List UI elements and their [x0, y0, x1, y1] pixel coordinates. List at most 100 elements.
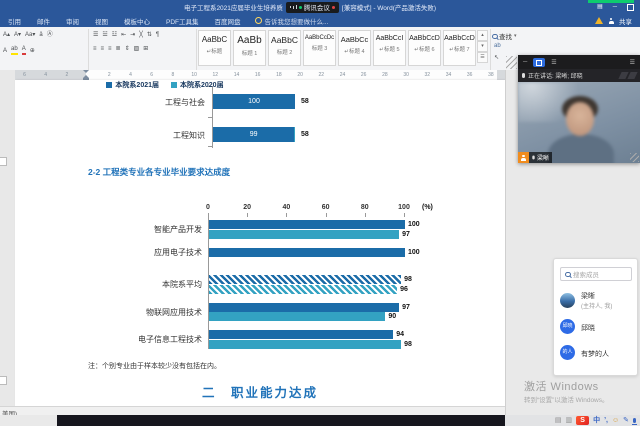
style-card[interactable]: AaBbCcD↵标题 7: [443, 30, 476, 66]
style-card[interactable]: AaBbCcD↵标题 6: [408, 30, 441, 66]
style-label: 标题 2: [269, 48, 300, 56]
screen: 电子工程系2021应届毕业生培养质 腾讯会议 [兼容模式] - Word(产品激…: [0, 0, 640, 426]
ruler-mark: 14: [232, 72, 242, 78]
ribbon-tab[interactable]: 模板中心: [116, 16, 158, 26]
resize-handle[interactable]: [506, 56, 517, 69]
gallery-down-icon[interactable]: ▾: [477, 41, 488, 52]
minimize-icon[interactable]: ─: [523, 59, 527, 65]
char-border-icon[interactable]: Ⓐ: [47, 31, 53, 39]
emoji-icon[interactable]: ☺: [612, 415, 619, 426]
ribbon-tab[interactable]: 百度网盘: [207, 16, 249, 26]
grow-font-icon[interactable]: A▴: [3, 31, 10, 39]
style-card[interactable]: AaBbC↵标题: [198, 30, 231, 66]
style-card[interactable]: AaBbCc↵标题 4: [338, 30, 371, 66]
ime-mode-icon[interactable]: 中: [593, 415, 600, 426]
highlight-icon[interactable]: ab: [11, 45, 18, 55]
style-card[interactable]: AaBb标题 1: [233, 30, 266, 66]
layout-icon[interactable]: [533, 58, 545, 67]
ribbon-tab[interactable]: 审阅: [58, 16, 87, 26]
style-card[interactable]: AaBbC标题 2: [268, 30, 301, 66]
style-label: 标题 3: [304, 44, 335, 52]
ribbon-tab[interactable]: PDF工具集: [158, 16, 207, 26]
numbering-icon[interactable]: ☱: [102, 31, 107, 39]
replace-icon[interactable]: ab: [494, 43, 501, 49]
asian-layout-icon[interactable]: ╳: [139, 31, 143, 39]
document-page[interactable]: 工程与社会10058工程知识9958 2-2 工程类专业各专业毕业要求达成度 本…: [15, 80, 505, 406]
resize-handle[interactable]: [630, 153, 639, 162]
member-row[interactable]: 邱晓邱晓: [560, 315, 634, 339]
style-preview: AaBbCc: [339, 35, 370, 44]
signal-bar-icon: [290, 6, 291, 8]
page-edge-mark: [0, 376, 7, 385]
member-name: 梁晰: [581, 291, 595, 301]
next-section-heading: 二 职业能力达成: [15, 382, 505, 401]
ribbon-tab-row: 引用邮件审阅视图模板中心PDF工具集百度网盘 告诉我您想要做什么...: [0, 14, 640, 27]
bullets-icon[interactable]: ☰: [93, 31, 98, 39]
bar-2020: [209, 285, 397, 294]
ribbon-tab[interactable]: 引用: [0, 16, 29, 26]
restore-icon[interactable]: [627, 4, 634, 11]
value-label-2020: 98: [404, 341, 412, 348]
gallery-up-icon[interactable]: ▴: [477, 30, 488, 41]
bar-2021: [209, 330, 393, 339]
find-button[interactable]: 查找 ▾: [492, 31, 517, 41]
pencil-icon[interactable]: ✎: [623, 415, 629, 426]
char-shading-icon[interactable]: A: [3, 47, 7, 55]
x-tick: [365, 213, 366, 217]
shrink-font-icon[interactable]: A▾: [14, 31, 21, 39]
search-members-input[interactable]: 搜索成员: [560, 267, 632, 281]
print-layout-view-icon[interactable]: ▥: [565, 415, 572, 426]
bar-2020: [209, 340, 401, 349]
change-case-icon[interactable]: Aa▾: [25, 31, 35, 39]
member-row[interactable]: 的人有梦的人: [560, 341, 634, 365]
mic-icon[interactable]: [633, 418, 636, 423]
style-card[interactable]: AaBbCcI↵标题 5: [373, 30, 406, 66]
borders-icon[interactable]: ⊞: [143, 45, 148, 53]
tell-me-box[interactable]: 告诉我您想要做什么...: [255, 16, 329, 26]
align-center-icon[interactable]: ≡: [101, 45, 105, 53]
style-card[interactable]: AaBbCcDc标题 3: [303, 30, 336, 66]
x-tick-label: 20: [237, 204, 257, 211]
ruler-mark: 4: [41, 72, 51, 78]
sort-icon[interactable]: ⇅: [147, 31, 152, 39]
x-tick-label: 40: [276, 204, 296, 211]
phonetic-guide-icon[interactable]: ǎ: [39, 31, 42, 39]
sidebar-toggle-icon[interactable]: ☰: [630, 59, 635, 66]
justify-icon[interactable]: ≣: [116, 45, 121, 53]
shading-icon[interactable]: ▨: [134, 45, 140, 53]
menu-icon[interactable]: ☰: [551, 59, 556, 66]
sogou-logo-icon[interactable]: S: [576, 416, 589, 425]
meeting-video-window[interactable]: ─ ☰ ☰ 正在讲话: 梁晰; 邱晓 梁晰: [518, 55, 640, 163]
share-button[interactable]: 共享: [619, 16, 632, 26]
select-icon[interactable]: ↖: [494, 54, 499, 61]
signal-bar-icon: [293, 6, 294, 9]
tencent-meeting-chip[interactable]: 腾讯会议: [286, 2, 339, 13]
ribbon-tab[interactable]: 视图: [87, 16, 116, 26]
enclose-char-icon[interactable]: ⊕: [30, 47, 35, 55]
member-row[interactable]: 梁晰(主持人, 我): [560, 289, 634, 313]
gallery-more-icon[interactable]: ☰: [477, 52, 488, 63]
participant-name-badge: 梁晰: [518, 152, 552, 163]
activate-windows-hint: 转到“设置”以激活 Windows。: [524, 394, 609, 404]
x-tick-label: 80: [355, 204, 375, 211]
member-detail: (主持人, 我): [581, 301, 612, 310]
increase-indent-icon[interactable]: ⇥: [130, 31, 135, 39]
decrease-indent-icon[interactable]: ⇤: [121, 31, 126, 39]
tell-me-label: 告诉我您想要做什么...: [265, 16, 329, 26]
ribbon-tab[interactable]: 邮件: [29, 16, 58, 26]
punctuation-icon[interactable]: ’,: [604, 415, 608, 426]
multilevel-list-icon[interactable]: ☳: [112, 31, 117, 39]
line-spacing-icon[interactable]: ⇕: [125, 45, 130, 53]
ruler-mark: 4: [126, 72, 136, 78]
activation-warning-icon[interactable]: [595, 17, 603, 24]
font-color-icon[interactable]: A: [22, 45, 26, 55]
align-left-icon[interactable]: ≡: [93, 45, 97, 53]
ruler-mark: 2: [62, 72, 72, 78]
read-view-icon[interactable]: ▤: [555, 415, 562, 426]
category-label: 物联网应用技术: [55, 307, 202, 318]
align-right-icon[interactable]: ≡: [108, 45, 112, 53]
indent-marker[interactable]: [83, 70, 89, 80]
paragraph-mark-icon[interactable]: ¶: [156, 31, 159, 39]
ruler-strip: 6422468101214161820222426283032343638: [15, 70, 505, 80]
paragraph-group-row1: ☰ ☱ ☳ ⇤ ⇥ ╳ ⇅ ¶: [93, 31, 159, 39]
